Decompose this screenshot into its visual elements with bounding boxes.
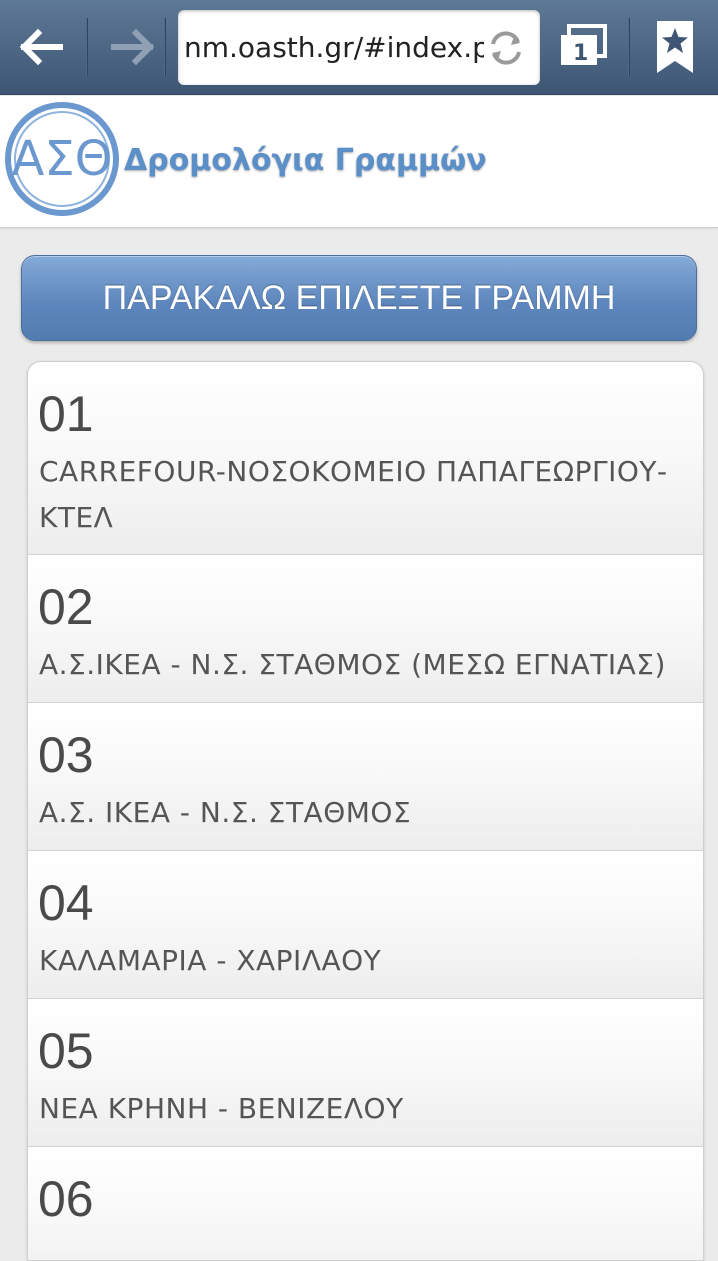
list-item[interactable]: 04 ΚΑΛΑΜΑΡΙΑ - ΧΑΡΙΛΑΟΥ xyxy=(28,851,703,999)
list-item[interactable]: 02 Α.Σ.ΙΚΕΑ - Ν.Σ. ΣΤΑΘΜΟΣ (ΜΕΣΩ ΕΓΝΑΤΙΑ… xyxy=(28,555,703,703)
line-number: 05 xyxy=(38,1023,94,1079)
line-number: 01 xyxy=(38,386,94,442)
line-number: 06 xyxy=(38,1171,94,1227)
forward-button[interactable] xyxy=(98,12,168,82)
toolbar-divider xyxy=(86,18,88,76)
oasth-logo[interactable]: ΑΣΘ xyxy=(4,101,120,217)
refresh-icon[interactable] xyxy=(484,26,528,70)
site-header: ΑΣΘ Δρομολόγια Γραμμών xyxy=(0,96,718,228)
line-route: ΚΑΛΑΜΑΡΙΑ - ΧΑΡΙΛΑΟΥ xyxy=(39,944,382,977)
list-item[interactable]: 03 Α.Σ. ΙΚΕΑ - Ν.Σ. ΣΤΑΘΜΟΣ xyxy=(28,703,703,851)
line-route: CARREFOUR-ΝΟΣΟΚΟΜΕΙΟ ΠΑΠΑΓΕΩΡΓΙΟΥ-ΚΤΕΛ xyxy=(39,455,668,534)
tab-count: 1 xyxy=(573,41,589,66)
line-route: Α.Σ.ΙΚΕΑ - Ν.Σ. ΣΤΑΘΜΟΣ (ΜΕΣΩ ΕΓΝΑΤΙΑΣ) xyxy=(39,648,666,681)
url-text[interactable]: nm.oasth.gr/#index.php xyxy=(184,10,484,85)
line-list: 01 CARREFOUR-ΝΟΣΟΚΟΜΕΙΟ ΠΑΠΑΓΕΩΡΓΙΟΥ-ΚΤΕ… xyxy=(27,361,704,1261)
list-item[interactable]: 01 CARREFOUR-ΝΟΣΟΚΟΜΕΙΟ ΠΑΠΑΓΕΩΡΓΙΟΥ-ΚΤΕ… xyxy=(28,362,703,555)
back-button[interactable] xyxy=(6,12,76,82)
line-number: 03 xyxy=(38,727,94,783)
list-item[interactable]: 05 ΝΕΑ ΚΡΗΝΗ - ΒΕΝΙΖΕΛΟΥ xyxy=(28,999,703,1147)
toolbar-divider xyxy=(628,18,630,76)
line-number: 02 xyxy=(38,579,94,635)
list-item[interactable]: 06 xyxy=(28,1147,703,1260)
address-bar[interactable]: nm.oasth.gr/#index.php xyxy=(178,10,540,85)
browser-toolbar: nm.oasth.gr/#index.php 1 xyxy=(0,0,718,95)
logo-text: ΑΣΘ xyxy=(12,131,113,187)
back-arrow-icon xyxy=(19,28,63,66)
select-line-heading: ΠΑΡΑΚΑΛΩ ΕΠΙΛΕΞΤΕ ΓΡΑΜΜΗ xyxy=(21,255,697,341)
toolbar-divider xyxy=(164,18,166,76)
bookmark-button[interactable] xyxy=(640,12,710,82)
forward-arrow-icon xyxy=(111,28,155,66)
bookmark-star-icon xyxy=(657,21,693,73)
line-route: ΝΕΑ ΚΡΗΝΗ - ΒΕΝΙΖΕΛΟΥ xyxy=(39,1092,404,1125)
tabs-button[interactable]: 1 xyxy=(548,12,618,82)
line-route: Α.Σ. ΙΚΕΑ - Ν.Σ. ΣΤΑΘΜΟΣ xyxy=(39,796,412,829)
page-title: Δρομολόγια Γραμμών xyxy=(124,143,487,178)
line-number: 04 xyxy=(38,875,94,931)
